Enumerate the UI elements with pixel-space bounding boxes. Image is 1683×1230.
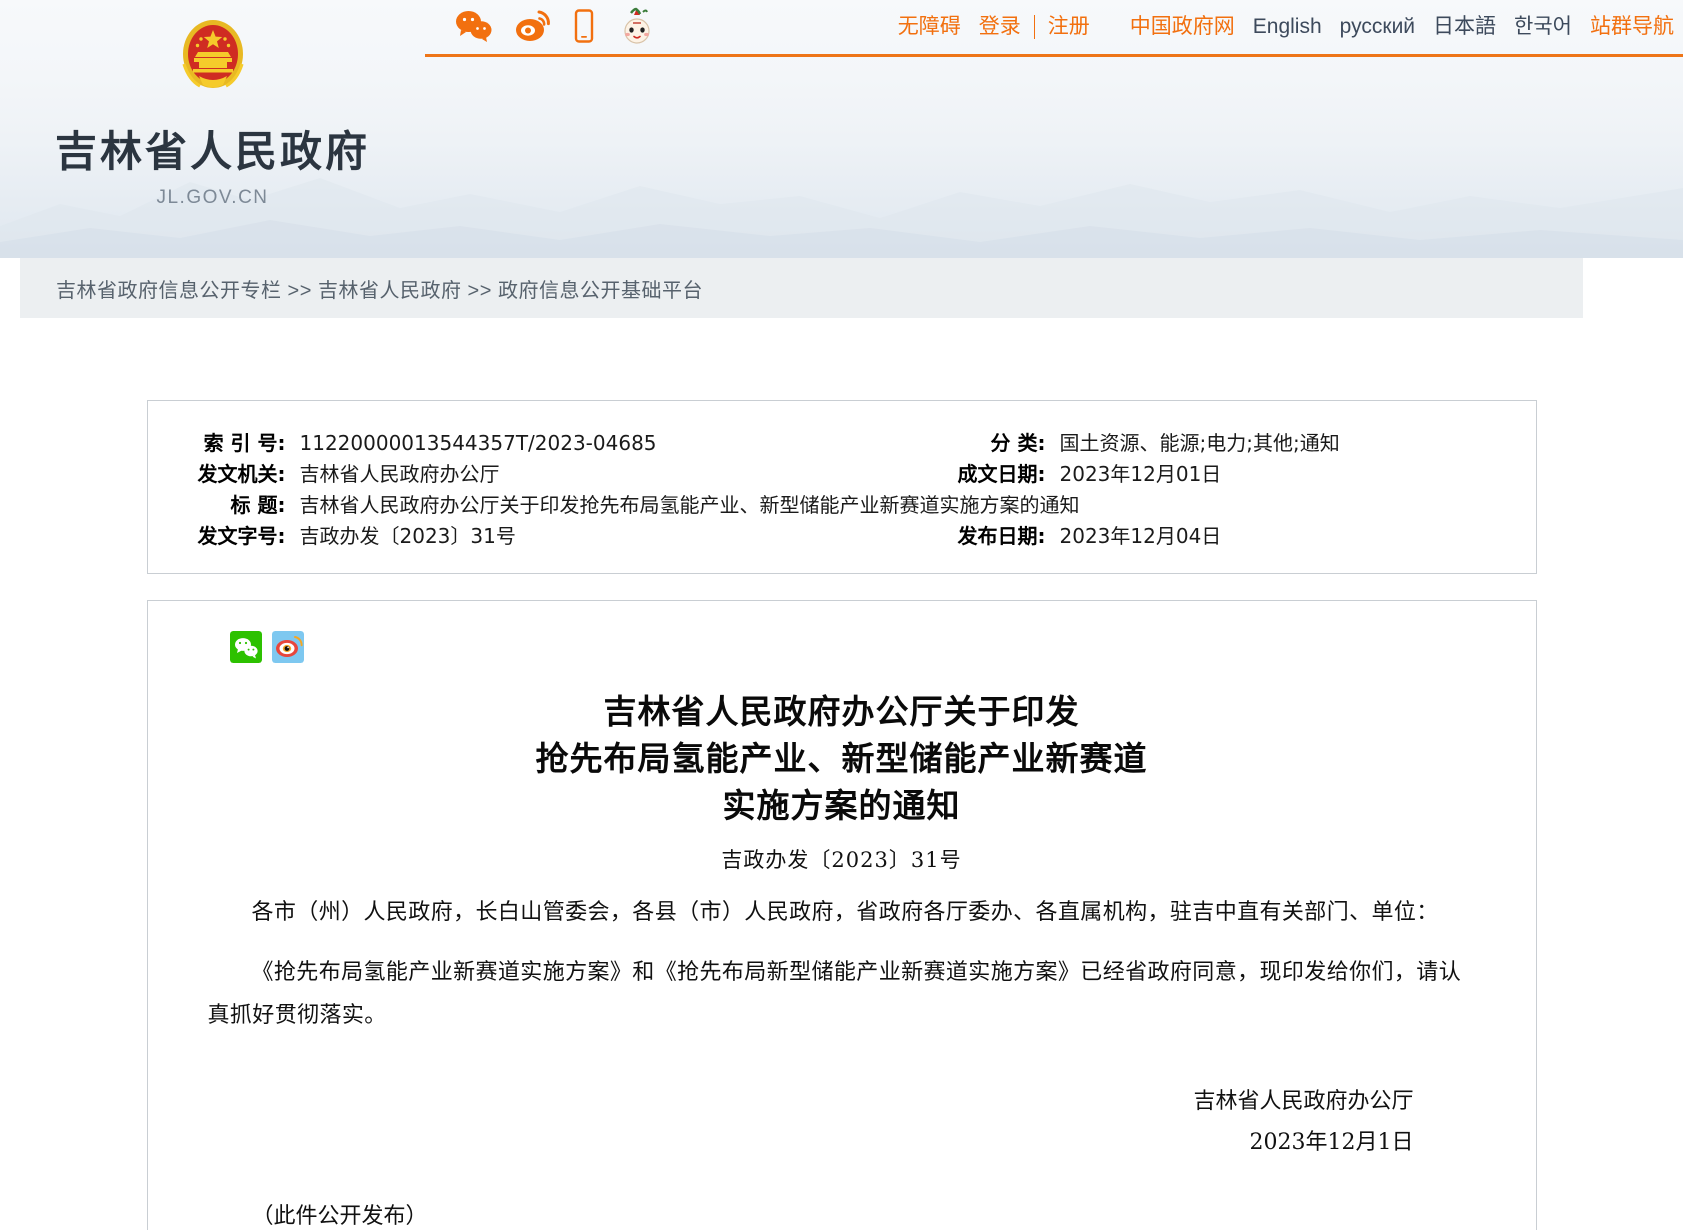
- article-container: 吉林省人民政府办公厅关于印发 抢先布局氢能产业、新型储能产业新赛道 实施方案的通…: [146, 600, 1537, 1230]
- site-header-banner: 无障碍 登录 注册 中国政府网 English русский 日本語 한국어 …: [0, 0, 1683, 258]
- meta-label-title: 标 题:: [230, 493, 286, 517]
- document-body-paragraph: 《抢先布局氢能产业新赛道实施方案》和《抢先布局新型储能产业新赛道实施方案》已经省…: [207, 960, 1462, 1029]
- nav-link-register[interactable]: 注册: [1039, 10, 1099, 44]
- document-title-line-2: 抢先布局氢能产业、新型储能产业新赛道: [535, 738, 1148, 778]
- meta-label-category: 分 类:: [990, 431, 1046, 455]
- document-signature: 吉林省人民政府办公厅 2023年12月1日: [208, 1082, 1476, 1163]
- meta-label-index: 索 引 号:: [203, 431, 286, 455]
- wechat-icon[interactable]: [455, 9, 493, 43]
- nav-link-site-group[interactable]: 站群导航: [1581, 10, 1683, 44]
- meta-cell-title: 标 题: 吉林省人民政府办公厅关于印发抢先布局氢能产业、新型储能产业新赛道实施方…: [148, 489, 1478, 518]
- meta-label-publish-date: 发布日期:: [957, 524, 1046, 548]
- meta-value-category: 国土资源、能源;电力;其他;通知: [1059, 431, 1340, 455]
- nav-underline-rule: [425, 54, 1683, 57]
- meta-cell-publish-date: 发布日期: 2023年12月04日: [908, 520, 1518, 549]
- wechat-share-icon[interactable]: [229, 631, 262, 663]
- nav-link-russian[interactable]: русский: [1331, 10, 1424, 44]
- social-icon-group: [455, 6, 657, 46]
- breadcrumb[interactable]: 吉林省政府信息公开专栏 >> 吉林省人民政府 >> 政府信息公开基础平台: [20, 274, 703, 303]
- meta-value-issuing-agency: 吉林省人民政府办公厅: [299, 462, 500, 486]
- national-emblem-icon: [181, 20, 244, 88]
- main-content: 索 引 号: 11220000013544357T/2023-04685 分 类…: [0, 318, 1683, 1230]
- meta-value-document-number: 吉政办发〔2023〕31号: [299, 524, 516, 548]
- document-number: 吉政办发〔2023〕31号: [721, 847, 962, 872]
- mascot-icon[interactable]: [617, 6, 657, 46]
- document-metadata-table: 索 引 号: 11220000013544357T/2023-04685 分 类…: [146, 400, 1537, 574]
- nav-link-gov-cn[interactable]: 中国政府网: [1121, 10, 1244, 44]
- meta-cell-index: 索 引 号: 11220000013544357T/2023-04685: [148, 427, 908, 456]
- share-button-group: [208, 631, 1476, 663]
- nav-link-login[interactable]: 登录: [970, 10, 1030, 44]
- nav-link-english[interactable]: English: [1244, 10, 1331, 44]
- table-row: 索 引 号: 11220000013544357T/2023-04685 分 类…: [148, 427, 1536, 458]
- site-title: 吉林省人民政府: [54, 127, 370, 176]
- nav-divider: [1033, 15, 1035, 39]
- document-publication-note: （此件公开发布）: [251, 1203, 428, 1229]
- document-salutation: 各市（州）人民政府，长白山管委会，各县（市）人民政府，省政府各厅委办、各直属机构…: [251, 899, 1439, 925]
- signature-organization: 吉林省人民政府办公厅: [1193, 1089, 1414, 1115]
- weibo-icon[interactable]: [515, 9, 551, 43]
- table-row: 发文机关: 吉林省人民政府办公厅 成文日期: 2023年12月01日: [148, 458, 1536, 489]
- meta-cell-issuing-agency: 发文机关: 吉林省人民政府办公厅: [148, 458, 908, 487]
- signature-date: 2023年12月1日: [1249, 1129, 1414, 1155]
- meta-value-index: 11220000013544357T/2023-04685: [299, 431, 657, 455]
- meta-value-publish-date: 2023年12月04日: [1059, 524, 1222, 548]
- document-title-line-3: 实施方案的通知: [722, 785, 961, 825]
- document-title-line-1: 吉林省人民政府办公厅关于印发: [603, 692, 1080, 731]
- meta-label-document-number: 发文字号:: [197, 524, 286, 548]
- nav-link-japanese[interactable]: 日本語: [1424, 10, 1505, 44]
- meta-label-issuing-agency: 发文机关:: [197, 462, 286, 486]
- meta-cell-category: 分 类: 国土资源、能源;电力;其他;通知: [908, 427, 1518, 456]
- table-row: 标 题: 吉林省人民政府办公厅关于印发抢先布局氢能产业、新型储能产业新赛道实施方…: [148, 489, 1536, 520]
- nav-link-accessibility[interactable]: 无障碍: [889, 10, 970, 44]
- meta-value-title: 吉林省人民政府办公厅关于印发抢先布局氢能产业、新型储能产业新赛道实施方案的通知: [299, 493, 1080, 517]
- meta-cell-document-number: 发文字号: 吉政办发〔2023〕31号: [148, 520, 908, 549]
- site-identity: 吉林省人民政府 JL.GOV.CN: [0, 14, 425, 209]
- mobile-icon[interactable]: [573, 9, 595, 43]
- nav-link-korean[interactable]: 한국어: [1505, 10, 1581, 44]
- table-row: 发文字号: 吉政办发〔2023〕31号 发布日期: 2023年12月04日: [148, 520, 1536, 551]
- meta-label-written-date: 成文日期:: [957, 462, 1046, 486]
- weibo-share-icon[interactable]: [271, 631, 304, 663]
- site-url: JL.GOV.CN: [156, 187, 269, 208]
- meta-value-written-date: 2023年12月01日: [1059, 462, 1222, 486]
- meta-cell-written-date: 成文日期: 2023年12月01日: [908, 458, 1518, 487]
- breadcrumb-bar: 吉林省政府信息公开专栏 >> 吉林省人民政府 >> 政府信息公开基础平台: [20, 258, 1583, 318]
- document-title: 吉林省人民政府办公厅关于印发 抢先布局氢能产业、新型储能产业新赛道 实施方案的通…: [208, 689, 1476, 830]
- top-nav-links: 无障碍 登录 注册 中国政府网 English русский 日本語 한국어 …: [889, 10, 1683, 44]
